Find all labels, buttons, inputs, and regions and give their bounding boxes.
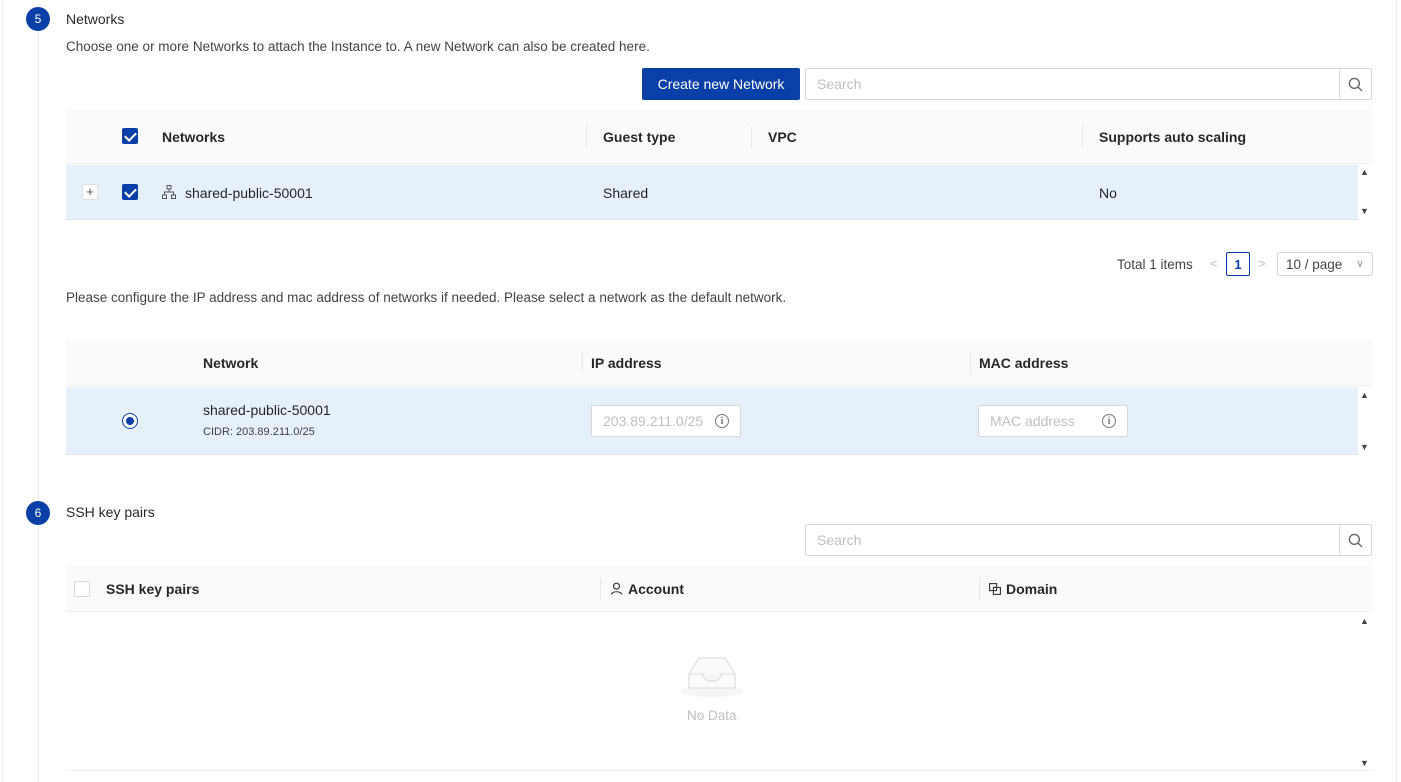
step-6-number: 6 (26, 501, 50, 525)
page-size-value: 10 / page (1286, 256, 1343, 272)
col-domain[interactable]: Domain (989, 566, 1057, 611)
networks-table-header: Networks Guest type VPC Supports auto sc… (66, 110, 1373, 164)
default-network-radio[interactable] (122, 413, 138, 429)
column-separator (979, 578, 980, 600)
col-supports-auto-scaling[interactable]: Supports auto scaling (1099, 110, 1246, 163)
networks-search (805, 68, 1372, 100)
table-row[interactable]: shared-public-50001 CIDR: 203.89.211.0/2… (66, 387, 1358, 455)
col-account[interactable]: Account (610, 566, 684, 611)
scroll-up-arrow[interactable]: ▲ (1360, 616, 1369, 626)
col-vpc[interactable]: VPC (768, 110, 797, 163)
ssh-table-header: SSH key pairs Account Domain (66, 566, 1373, 612)
column-separator (1082, 126, 1083, 148)
search-icon (1348, 533, 1363, 547)
row-checkbox[interactable] (122, 184, 138, 200)
pagination-total: Total 1 items (1117, 257, 1193, 272)
step-5-number: 5 (26, 7, 50, 31)
user-icon (610, 582, 623, 595)
chevron-down-icon: ∨ (1355, 258, 1364, 270)
col-network: Network (203, 354, 259, 371)
ssh-search-input[interactable] (806, 525, 1339, 555)
config-network-cidr: CIDR: 203.89.211.0/25 (203, 426, 315, 438)
col-domain-label: Domain (1006, 580, 1058, 597)
page-border-left (2, 0, 3, 782)
col-ssh-key-pairs[interactable]: SSH key pairs (106, 566, 199, 611)
ssh-search (805, 524, 1372, 556)
col-guest-type[interactable]: Guest type (603, 110, 675, 163)
guest-type-value: Shared (603, 184, 649, 201)
table-row[interactable]: + shared-public-50001 Shared No (66, 165, 1358, 220)
ssh-search-button[interactable] (1339, 525, 1371, 555)
col-ip-address: IP address (591, 354, 662, 371)
network-config-table-header: Network IP address MAC address (66, 340, 1373, 386)
empty-inbox-icon (680, 657, 744, 697)
col-account-label: Account (628, 580, 684, 597)
info-icon[interactable]: i (715, 414, 729, 428)
column-separator (600, 578, 601, 600)
auto-scaling-value: No (1099, 184, 1117, 201)
page-1-button[interactable]: 1 (1226, 252, 1250, 276)
ip-address-input[interactable] (592, 413, 715, 429)
column-separator (751, 126, 752, 148)
col-networks[interactable]: Networks (162, 110, 225, 163)
next-page-button[interactable]: > (1258, 256, 1266, 271)
steps-connector-line (38, 30, 39, 782)
expand-row-button[interactable]: + (82, 184, 98, 200)
col-mac-address: MAC address (979, 354, 1069, 371)
mac-address-input[interactable] (979, 413, 1102, 429)
scroll-down-arrow[interactable]: ▼ (1360, 442, 1369, 452)
network-icon (162, 185, 176, 199)
page-border-right (1396, 0, 1397, 782)
select-all-networks-checkbox[interactable] (122, 128, 138, 144)
column-separator (582, 352, 583, 374)
create-new-network-button[interactable]: Create new Network (642, 68, 800, 100)
scroll-down-arrow[interactable]: ▼ (1360, 758, 1369, 768)
prev-page-button[interactable]: < (1210, 256, 1218, 271)
page-size-select[interactable]: 10 / page ∨ (1277, 252, 1373, 276)
networks-description: Choose one or more Networks to attach th… (66, 39, 650, 54)
networks-search-button[interactable] (1339, 69, 1371, 99)
networks-search-input[interactable] (806, 69, 1339, 99)
scroll-up-arrow[interactable]: ▲ (1360, 390, 1369, 400)
select-all-ssh-checkbox[interactable] (74, 581, 90, 597)
scroll-down-arrow[interactable]: ▼ (1360, 206, 1369, 216)
network-config-description: Please configure the IP address and mac … (66, 290, 787, 305)
no-data-text: No Data (687, 708, 737, 723)
step-6-title: SSH key pairs (66, 504, 155, 520)
scroll-up-arrow[interactable]: ▲ (1360, 167, 1369, 177)
domain-icon (989, 582, 1001, 595)
network-name: shared-public-50001 (185, 184, 313, 201)
info-icon[interactable]: i (1102, 414, 1116, 428)
config-network-name: shared-public-50001 (203, 402, 331, 418)
step-5-title: Networks (66, 11, 125, 27)
column-separator (970, 352, 971, 374)
ip-address-field: i (591, 405, 741, 437)
search-icon (1348, 77, 1363, 91)
mac-address-field: i (978, 405, 1128, 437)
column-separator (586, 126, 587, 148)
table-bottom-border (66, 770, 1373, 771)
